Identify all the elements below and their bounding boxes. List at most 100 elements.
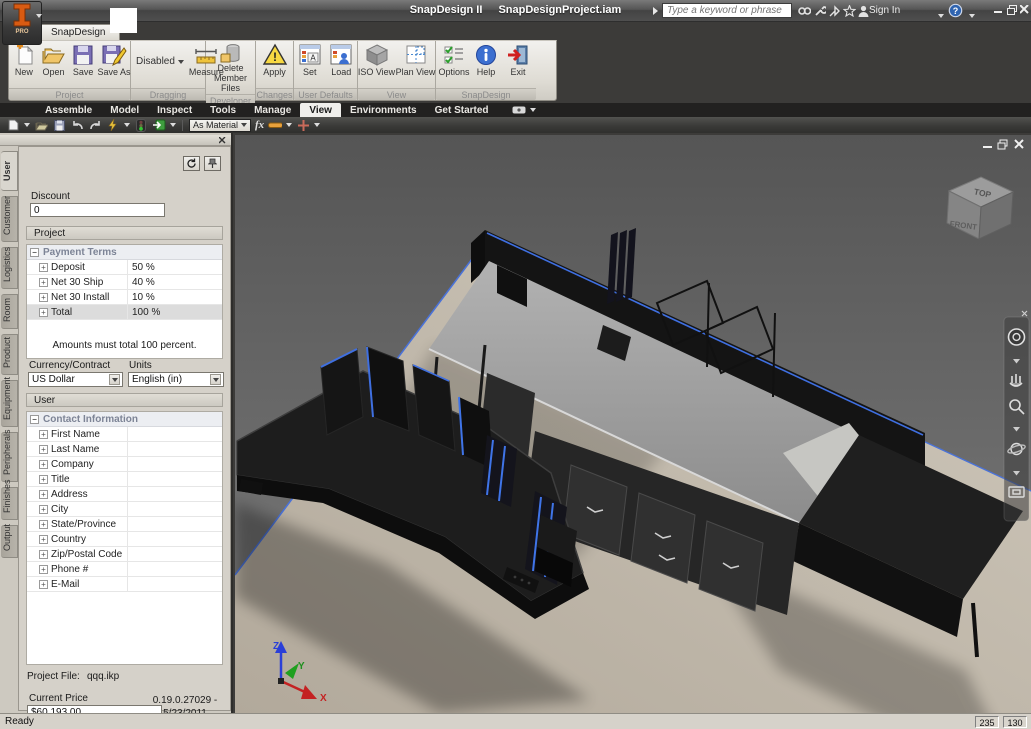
dock-header[interactable] — [0, 135, 231, 146]
contact-row-state[interactable]: + State/Province — [27, 517, 222, 532]
scene-canvas[interactable]: TOP FRONT Z Y X — [235, 135, 1031, 713]
units-combo[interactable]: English (in) — [128, 372, 224, 387]
signin-caret-icon[interactable] — [938, 9, 944, 21]
sidebar-tab-equipment[interactable]: Equipment — [1, 377, 18, 427]
search-expand-icon[interactable] — [652, 7, 658, 15]
apply-button[interactable]: ! Apply — [260, 42, 290, 78]
payment-row-total[interactable]: + Total 100 % — [27, 305, 222, 320]
undo-icon[interactable] — [70, 119, 84, 132]
sidebar-tab-user[interactable]: User — [1, 151, 18, 191]
update-caret-icon[interactable] — [124, 123, 130, 127]
redo-icon[interactable] — [88, 119, 102, 132]
contact-row-title[interactable]: + Title — [27, 472, 222, 487]
collapse-icon[interactable]: − — [30, 247, 39, 257]
sign-in-link[interactable]: Sign In — [869, 5, 900, 16]
delete-member-files-button[interactable]: Delete Member Files — [208, 42, 254, 94]
contact-row-city[interactable]: + City — [27, 502, 222, 517]
tab-manage[interactable]: Manage — [245, 103, 300, 117]
expand-icon[interactable]: + — [39, 564, 48, 574]
steering-wheel-icon[interactable] — [1007, 328, 1026, 346]
qat-new-caret-icon[interactable] — [24, 123, 30, 127]
return-caret-icon[interactable] — [170, 123, 176, 127]
save-as-button[interactable]: Save As — [98, 42, 131, 78]
payment-row-net30ship[interactable]: + Net 30 Ship 40 % — [27, 275, 222, 290]
contact-row-country[interactable]: + Country — [27, 532, 222, 547]
crosshair-icon[interactable] — [296, 119, 310, 132]
expand-icon[interactable]: + — [39, 534, 48, 544]
search-icon[interactable] — [796, 3, 812, 19]
qat-new-icon[interactable] — [6, 119, 20, 132]
minimize-button[interactable] — [992, 3, 1005, 16]
save-button[interactable]: Save — [69, 42, 97, 78]
update-icon[interactable] — [106, 119, 120, 132]
discount-input[interactable] — [30, 203, 165, 217]
viewport-3d[interactable]: TOP FRONT Z Y X — [235, 135, 1031, 713]
contact-row-phone[interactable]: + Phone # — [27, 562, 222, 577]
parameters-fx-button[interactable]: fx — [255, 119, 264, 131]
payment-row-net30install[interactable]: + Net 30 Install 10 % — [27, 290, 222, 305]
sidebar-tab-customer[interactable]: Customer — [1, 196, 18, 242]
sidebar-tab-logistics[interactable]: Logistics — [1, 247, 18, 289]
currency-combo[interactable]: US Dollar — [28, 372, 123, 387]
qat-save-icon[interactable] — [52, 119, 66, 132]
help-icon[interactable]: ? — [947, 2, 963, 18]
quickbar-more-caret-icon[interactable] — [314, 123, 321, 127]
tab-view[interactable]: View — [300, 103, 341, 117]
return-icon[interactable] — [152, 119, 166, 132]
expand-icon[interactable]: + — [39, 549, 48, 559]
exit-button[interactable]: Exit — [503, 42, 533, 78]
expand-icon[interactable]: + — [39, 489, 48, 499]
contact-row-company[interactable]: + Company — [27, 457, 222, 472]
menubar-extra-button[interactable] — [512, 106, 536, 114]
new-button[interactable]: New — [10, 42, 38, 78]
expand-icon[interactable]: + — [39, 519, 48, 529]
search-input[interactable] — [662, 3, 792, 18]
color-swatch-icon[interactable] — [268, 119, 283, 132]
sidebar-tab-peripherals[interactable]: Peripherals — [1, 429, 18, 482]
traffic-light-icon[interactable] — [134, 118, 148, 132]
sidebar-tab-finishes[interactable]: Finishes — [1, 479, 18, 520]
pin-button[interactable] — [204, 156, 221, 171]
ribbon-help-button[interactable]: Help — [471, 42, 501, 78]
refresh-button[interactable] — [183, 156, 200, 171]
expand-icon[interactable]: + — [39, 444, 48, 454]
expand-icon[interactable]: + — [39, 277, 48, 287]
close-button[interactable] — [1018, 3, 1031, 16]
application-menu-button[interactable]: PRO — [2, 1, 42, 45]
contact-row-last-name[interactable]: + Last Name — [27, 442, 222, 457]
tab-model[interactable]: Model — [101, 103, 148, 117]
contact-row-zip[interactable]: + Zip/Postal Code — [27, 547, 222, 562]
payment-row-deposit[interactable]: + Deposit 50 % — [27, 260, 222, 275]
sidebar-tab-product[interactable]: Product — [1, 334, 18, 375]
contact-row-address[interactable]: + Address — [27, 487, 222, 502]
dock-close-icon[interactable] — [218, 136, 227, 145]
expand-icon[interactable]: + — [39, 459, 48, 469]
restore-button[interactable] — [1005, 3, 1018, 16]
tab-tools[interactable]: Tools — [201, 103, 245, 117]
tab-snapdesign[interactable]: SnapDesign — [36, 24, 121, 40]
sidebar-tab-room[interactable]: Room — [1, 294, 18, 329]
qat-open-icon[interactable] — [34, 119, 48, 132]
set-button[interactable]: A Set — [295, 42, 325, 78]
swatch-caret-icon[interactable] — [286, 123, 293, 127]
expand-icon[interactable]: + — [39, 429, 48, 439]
iso-view-button[interactable]: ISO View — [358, 42, 395, 78]
contact-row-email[interactable]: + E-Mail — [27, 577, 222, 592]
expand-icon[interactable]: + — [39, 474, 48, 484]
collapse-icon[interactable]: − — [30, 414, 39, 424]
contact-row-first-name[interactable]: + First Name — [27, 427, 222, 442]
help-caret-icon[interactable] — [969, 9, 975, 21]
expand-icon[interactable]: + — [39, 292, 48, 302]
expand-icon[interactable]: + — [39, 262, 48, 272]
material-combo[interactable]: As Material — [189, 118, 251, 132]
options-button[interactable]: Options — [438, 42, 470, 78]
tab-assemble[interactable]: Assemble — [36, 103, 101, 117]
expand-icon[interactable]: + — [39, 579, 48, 589]
load-button[interactable]: Load — [327, 42, 357, 78]
sidebar-tab-output[interactable]: Output — [1, 524, 18, 558]
dragging-mode-dropdown[interactable]: Disabled — [136, 56, 184, 67]
tab-get-started[interactable]: Get Started — [426, 103, 498, 117]
open-button[interactable]: Open — [40, 42, 68, 78]
tab-environments[interactable]: Environments — [341, 103, 426, 117]
plan-view-button[interactable]: Plan View — [396, 42, 435, 78]
